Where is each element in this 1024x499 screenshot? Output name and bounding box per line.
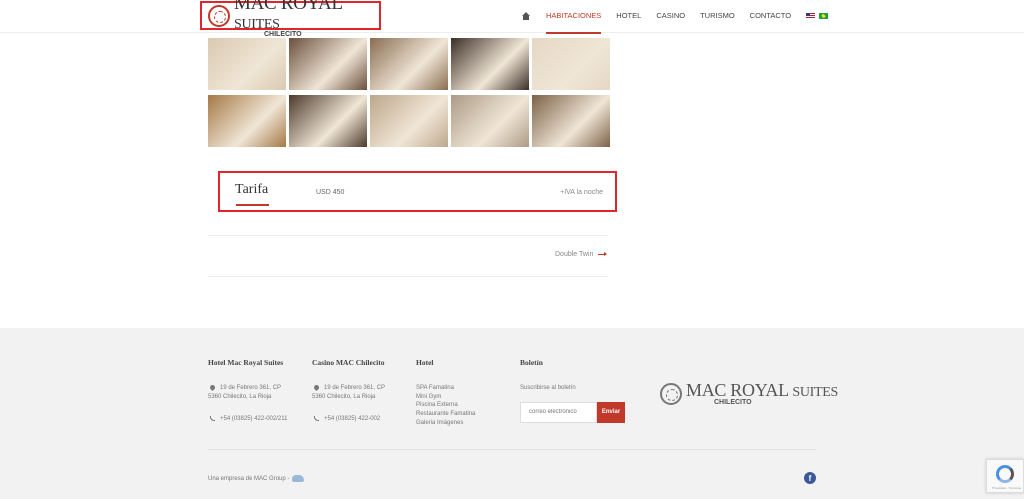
arrow-right-icon [598, 252, 608, 256]
casino-phone: +54 (03825) 422-002 [324, 416, 381, 423]
logo-sub-text: CHILECITO [264, 30, 302, 38]
hotel-address-line1: 19 de Febrero 361, CP [220, 384, 282, 391]
room-photo-thumbnail[interactable] [208, 95, 286, 147]
footer-divider [208, 449, 816, 450]
casino-address-line1: 19 de Febrero 361, CP [324, 384, 386, 391]
footer-hotel-column: Hotel Mac Royal Suites 19 de Febrero 361… [208, 358, 287, 424]
casino-address-line2: 5360 Chilecito, La Rioja [312, 393, 376, 400]
nav-contacto[interactable]: CONTACTO [750, 11, 791, 20]
footer-logo-main-text: MAC ROYAL [686, 380, 789, 400]
site-header: MAC ROYAL SUITES CHILECITO HABITACIONES … [0, 0, 1024, 38]
room-photo-thumbnail[interactable] [289, 95, 367, 147]
room-photo-thumbnail[interactable] [532, 95, 610, 147]
site-logo[interactable]: MAC ROYAL SUITES CHILECITO [200, 0, 381, 38]
divider [208, 235, 608, 236]
link-gym[interactable]: Mini Gym [416, 393, 475, 402]
mac-group-logo-icon[interactable] [292, 475, 305, 482]
logo-emblem-icon [208, 4, 230, 27]
footer-hotel-links-column: Hotel SPA Famatina Mini Gym Piscina Exte… [416, 358, 475, 427]
logo-emblem-icon [660, 382, 682, 405]
newsletter-subtitle: Suscribirse al boletín [520, 384, 576, 391]
home-icon[interactable] [522, 11, 530, 20]
footer-links-title: Hotel [416, 358, 434, 367]
nav-turismo[interactable]: TURISMO [700, 11, 735, 20]
newsletter-send-button[interactable]: Enviar [597, 401, 625, 423]
room-photo-thumbnail[interactable] [451, 38, 529, 90]
recaptcha-icon [996, 465, 1014, 483]
nav-casino[interactable]: CASINO [656, 11, 685, 20]
main-nav: HABITACIONES HOTEL CASINO TURISMO CONTAC… [522, 11, 832, 34]
hotel-phone: +54 (03825) 422-002/211 [220, 416, 288, 423]
facebook-icon[interactable]: f [804, 472, 816, 484]
recaptcha-badge[interactable]: Privacidad - Términos [986, 459, 1024, 493]
nav-hotel[interactable]: HOTEL [616, 11, 641, 20]
recaptcha-text: Privacidad - Términos [992, 486, 1022, 490]
next-room-link[interactable]: Double Twin [555, 251, 608, 258]
logo-suites-text: SUITES [234, 16, 280, 32]
phone-icon [210, 416, 215, 422]
footer-casino-title: Casino MAC Chilecito [312, 358, 385, 367]
site-footer: Hotel Mac Royal Suites 19 de Febrero 361… [0, 328, 1024, 499]
divider [208, 276, 608, 277]
newsletter-email-input[interactable] [520, 401, 597, 423]
rate-price: USD 450 [316, 189, 345, 196]
map-pin-icon [312, 383, 321, 391]
nav-habitaciones[interactable]: HABITACIONES [546, 11, 602, 34]
english-flag-icon[interactable] [806, 12, 816, 19]
footer-newsletter-column: Boletín Suscribirse al boletín Enviar [520, 358, 625, 423]
room-photo-thumbnail[interactable] [370, 38, 448, 90]
link-pool[interactable]: Piscina Externa [416, 401, 475, 410]
phone-icon [314, 416, 319, 422]
room-gallery [208, 38, 610, 147]
link-gallery[interactable]: Galeria Imágenes [416, 419, 475, 428]
newsletter-title: Boletín [520, 358, 543, 367]
logo-main-text: MAC ROYAL [234, 0, 342, 14]
footer-logo-suites-text: SUITES [792, 385, 839, 400]
link-restaurant[interactable]: Restaurante Famatina [416, 410, 475, 419]
map-pin-icon [208, 383, 217, 391]
room-photo-thumbnail[interactable] [532, 38, 610, 90]
footer-credit: Una empresa de MAC Group - [208, 475, 305, 482]
footer-casino-column: Casino MAC Chilecito 19 de Febrero 361, … [312, 358, 385, 424]
newsletter-form: Enviar [520, 401, 625, 423]
room-photo-thumbnail[interactable] [451, 95, 529, 147]
room-photo-thumbnail[interactable] [208, 38, 286, 90]
portuguese-flag-icon[interactable] [819, 12, 829, 19]
credit-text: Una empresa de MAC Group - [208, 475, 290, 482]
rate-title-underline [236, 204, 269, 206]
footer-hotel-title: Hotel Mac Royal Suites [208, 358, 284, 367]
hotel-address-line2: 5360 Chilecito, La Rioja [208, 393, 272, 400]
rate-box: Tarifa USD 450 +IVA la noche [218, 171, 617, 212]
link-spa[interactable]: SPA Famatina [416, 384, 475, 393]
room-photo-thumbnail[interactable] [370, 95, 448, 147]
footer-logo-sub-text: CHILECITO [714, 399, 752, 406]
rate-note: +IVA la noche [560, 189, 603, 196]
footer-logo[interactable]: MAC ROYAL SUITES CHILECITO [660, 381, 838, 406]
rate-title: Tarifa [235, 182, 269, 197]
next-room-label: Double Twin [555, 251, 594, 258]
room-photo-thumbnail[interactable] [289, 38, 367, 90]
